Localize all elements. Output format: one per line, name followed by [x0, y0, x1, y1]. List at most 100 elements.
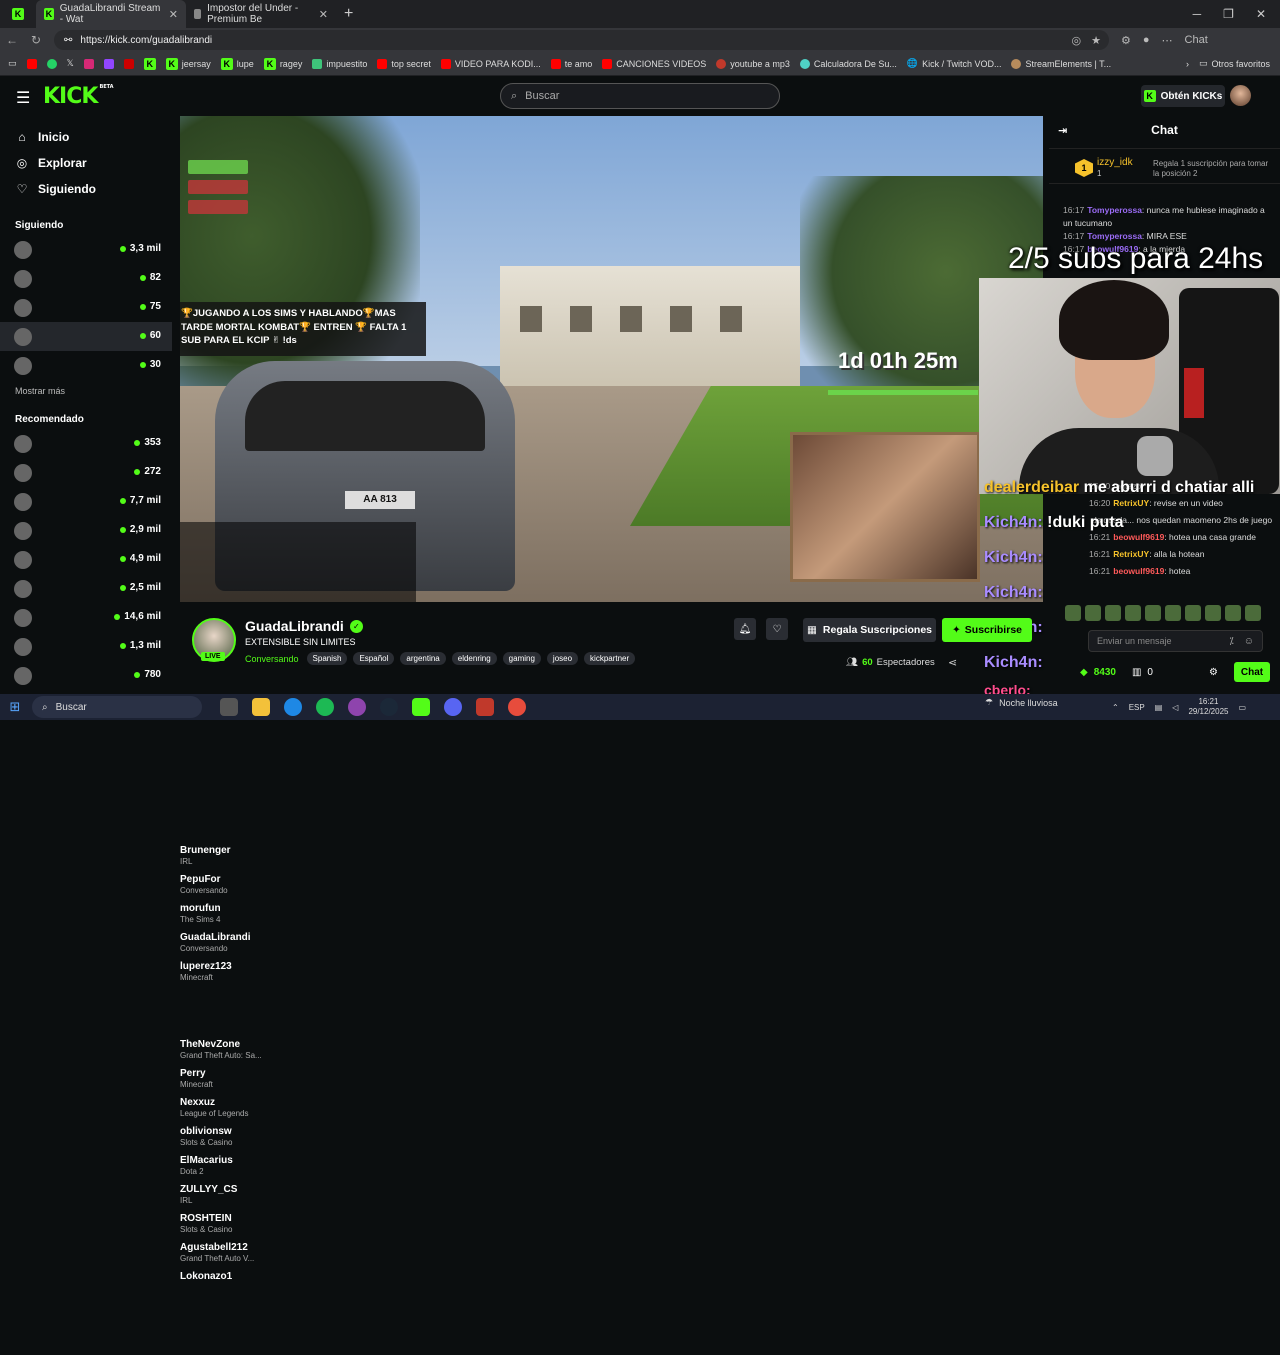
collapse-chat-icon[interactable]: ⇥ — [1058, 124, 1067, 137]
minimize-icon[interactable]: ─ — [1193, 7, 1202, 21]
emote-icon[interactable] — [1145, 605, 1161, 621]
menu-icon[interactable]: ⋯ — [1162, 34, 1173, 47]
bookmark-youtube-mp3[interactable]: youtube a mp3 — [716, 58, 790, 69]
user-avatar[interactable] — [1230, 85, 1251, 106]
bookmark-ragey[interactable]: Kragey — [263, 57, 302, 70]
emote-icon[interactable] — [1105, 605, 1121, 621]
network-icon[interactable]: ▤ — [1155, 703, 1163, 712]
kick-icon[interactable]: K — [143, 57, 156, 70]
sidebar-item-siguiendo[interactable]: ♡ Siguiendo — [0, 176, 172, 202]
taskbar-search[interactable]: ⌕ Buscar — [32, 696, 202, 718]
task-view-icon[interactable] — [220, 698, 238, 716]
reader-icon[interactable]: ◎ — [1072, 34, 1082, 47]
emote-icon[interactable] — [1225, 605, 1241, 621]
stream-tag[interactable]: eldenring — [451, 652, 497, 665]
stream-tag[interactable]: argentina — [400, 652, 446, 665]
whatsapp-icon[interactable] — [46, 58, 57, 69]
sidebar-channel[interactable]: ZULLYY_CS IRL 2,5 mil — [0, 574, 237, 1205]
other-favorites[interactable]: ▭ Otros favoritos — [1199, 58, 1280, 69]
video-player[interactable]: AA 813 1d 01h 25m 🏆JUGANDO A LOS SIMS Y … — [180, 116, 1043, 602]
settings-icon[interactable]: ⚙ — [1209, 667, 1218, 678]
sidebar-item-inicio[interactable]: ⌂ Inicio — [0, 124, 172, 150]
sidebar-channel[interactable]: luperez123 Minecraft 30 — [0, 351, 232, 982]
sidebar-channel[interactable]: PepuFor Conversando 82 — [0, 264, 228, 895]
obs-icon[interactable] — [508, 698, 526, 716]
chevron-right-icon[interactable]: › — [1186, 59, 1189, 69]
show-more-link[interactable]: Mostrar más — [0, 386, 172, 402]
sidebar-channel[interactable]: Nexxuz League of Legends 7,7 mil — [0, 487, 249, 1118]
streamer-name[interactable]: GuadaLibrandi ✓ — [245, 618, 363, 634]
copilot-chat-button[interactable]: Chat — [1185, 34, 1208, 46]
video-app-icon[interactable] — [476, 698, 494, 716]
get-kicks-button[interactable]: K Obtén KICKs — [1141, 85, 1225, 107]
new-tab-button[interactable]: + — [344, 5, 353, 23]
sidebar-channel[interactable]: Agustabell212 Grand Theft Auto V... 1,3 mi… — [0, 632, 254, 1263]
category-link[interactable]: Conversando — [245, 654, 299, 664]
kick-app-icon[interactable] — [412, 698, 430, 716]
channel-points[interactable]: 8430 — [1094, 667, 1116, 678]
emote-icon[interactable] — [1205, 605, 1221, 621]
weather-widget[interactable]: ☂ Noche lluviosa — [985, 697, 1058, 708]
bookmark-te-amo[interactable]: te amo — [550, 58, 592, 69]
emote-icon[interactable] — [1245, 605, 1261, 621]
share-icon[interactable]: ⋖ — [948, 656, 957, 669]
instagram-icon[interactable] — [83, 58, 94, 69]
bookmark-impuestito[interactable]: impuestito — [312, 58, 367, 69]
bookmark-lupe[interactable]: Klupe — [220, 57, 254, 70]
restore-icon[interactable]: ❐ — [1223, 7, 1234, 21]
subscribe-button[interactable]: ✦ Suscribirse — [942, 618, 1032, 642]
search-input[interactable]: ⌕ Buscar — [500, 83, 780, 109]
extensions-icon[interactable]: ⚙ — [1121, 34, 1131, 47]
close-icon[interactable]: ✕ — [169, 8, 178, 21]
emote-icon[interactable] — [1085, 605, 1101, 621]
app-icon[interactable] — [348, 698, 366, 716]
pinned-tab[interactable]: K — [0, 0, 36, 28]
edge-icon[interactable] — [284, 698, 302, 716]
sidebar-channel[interactable]: oblivionsw Slots & Casino 2,9 mil — [0, 516, 232, 1147]
reload-icon[interactable]: ↻ — [24, 33, 48, 47]
youtube-icon[interactable] — [26, 58, 37, 69]
stream-tag[interactable]: joseo — [546, 652, 579, 665]
volume-icon[interactable]: ◁ — [1172, 703, 1178, 712]
menu-hamburger-icon[interactable]: ☰ — [16, 88, 30, 108]
close-window-icon[interactable]: ✕ — [1256, 7, 1266, 21]
sidebar-channel[interactable]: ROSHTEIN Slots & Casino 14,6 mil — [0, 603, 232, 1234]
windows-start-icon[interactable]: ⊞ — [0, 699, 30, 715]
bookmark-icon[interactable] — [123, 58, 134, 69]
sidebar-channel[interactable]: Lokonazo1 780 — [0, 661, 232, 1282]
chevron-up-icon[interactable]: ⌃ — [1112, 703, 1119, 712]
chat-username[interactable]: Tomyperossa — [1087, 205, 1142, 215]
sidebar-item-explorar[interactable]: ◎ Explorar — [0, 150, 172, 176]
sidebar-channel[interactable]: TheNevZone Grand Theft Auto: Sa... 353 — [0, 429, 262, 1060]
lang-indicator[interactable]: ESP — [1129, 703, 1145, 712]
notifications-icon[interactable]: ▭ — [1238, 703, 1246, 712]
clock[interactable]: 16:21 29/12/2025 — [1188, 697, 1228, 717]
twitch-icon[interactable] — [103, 58, 114, 69]
bookmark-streamelements[interactable]: StreamElements | T... — [1011, 58, 1111, 69]
stream-tag[interactable]: kickpartner — [584, 652, 636, 665]
back-icon[interactable]: ← — [0, 33, 24, 47]
chat-username[interactable]: Tomyperossa — [1087, 231, 1142, 241]
kick-emote-icon[interactable]: ⁒ — [1229, 636, 1234, 647]
bookmark-calculadora[interactable]: Calculadora De Su... — [799, 58, 897, 69]
url-field[interactable]: ⚯ https://kick.com/guadalibrandi ◎ ★ — [54, 30, 1109, 50]
bookmark-top-secret[interactable]: top secret — [377, 58, 431, 69]
chat-message-input[interactable]: Enviar un mensaje ⁒ ☺ — [1088, 630, 1263, 652]
steam-icon[interactable] — [380, 698, 398, 716]
sidebar-channel[interactable]: Brunenger IRL 3,3 mil — [0, 235, 231, 866]
tab-kick-stream[interactable]: K GuadaLibrandi Stream - Wat ✕ — [36, 0, 186, 28]
pinned-username[interactable]: izzy_idk — [1097, 157, 1133, 168]
sidebar-channel[interactable]: Perry Minecraft 272 — [0, 458, 213, 1089]
emote-icon[interactable] — [1185, 605, 1201, 621]
profile-icon[interactable]: ● — [1143, 34, 1150, 46]
sidebar-toggle-icon[interactable]: ▭ — [8, 58, 17, 69]
send-chat-button[interactable]: Chat — [1234, 662, 1270, 682]
sidebar-channel[interactable]: GuadaLibrandi Conversando 60 — [0, 322, 251, 953]
follow-button[interactable]: ♡ — [766, 618, 788, 640]
stream-tag[interactable]: gaming — [502, 652, 541, 665]
site-info-icon[interactable]: ⚯ — [64, 35, 72, 46]
bookmark-video-kodi[interactable]: VIDEO PARA KODI... — [440, 58, 541, 69]
notification-button[interactable]: 🔔︎ — [734, 618, 756, 640]
emoji-icon[interactable]: ☺ — [1244, 636, 1254, 647]
tab-impostor[interactable]: Impostor del Under - Premium Be ✕ — [186, 0, 336, 28]
